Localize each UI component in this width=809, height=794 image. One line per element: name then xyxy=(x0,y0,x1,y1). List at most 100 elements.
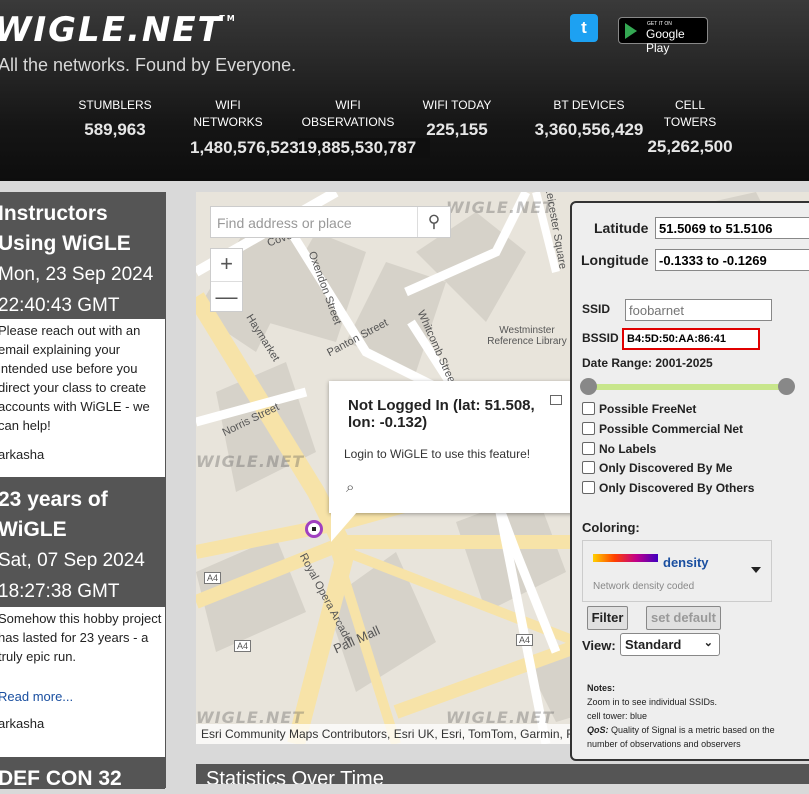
latitude-label: Latitude xyxy=(594,220,649,236)
set-default-button[interactable]: set default xyxy=(646,606,721,630)
coloring-description: Network density coded xyxy=(593,581,695,592)
check-discovered-by-me[interactable]: Only Discovered By Me xyxy=(582,461,732,475)
news-header: Instructors Using WiGLE Mon, 23 Sep 2024… xyxy=(0,193,165,319)
site-header: WIGLE.NET TM All the networks. Found by E… xyxy=(0,0,809,181)
stat-label: WIFI TODAY xyxy=(422,98,492,112)
news-sidebar: Instructors Using WiGLE Mon, 23 Sep 2024… xyxy=(0,192,166,790)
wigle-logo[interactable]: WIGLE.NET TM xyxy=(0,10,235,50)
stat-stumblers: STUMBLERS 589,963 xyxy=(70,97,160,140)
stat-value: 1,480,576,523 xyxy=(190,138,299,157)
news-author: arkasha xyxy=(0,447,45,462)
bssid-field[interactable] xyxy=(622,328,760,350)
checkbox[interactable] xyxy=(582,461,595,474)
stat-wifi-observations-value: 19,885,530,787 xyxy=(298,138,430,158)
view-select[interactable]: Standard ⌄ xyxy=(620,633,720,656)
stat-label: CELL TOWERS xyxy=(663,98,717,129)
slider-handle-start[interactable] xyxy=(580,378,597,395)
popup-title: Not Logged In (lat: 51.508, lon: -0.132) xyxy=(348,397,535,431)
stat-label: WIFI NETWORKS xyxy=(193,98,263,129)
longitude-label: Longitude xyxy=(581,252,649,268)
tagline: All the networks. Found by Everyone. xyxy=(0,55,297,75)
view-label: View: xyxy=(582,638,616,653)
zoom-out-button[interactable]: — xyxy=(211,281,242,313)
zoom-in-button[interactable]: + xyxy=(211,249,242,281)
longitude-field[interactable] xyxy=(655,249,809,271)
check-no-labels[interactable]: No Labels xyxy=(582,442,656,456)
stat-label: STUMBLERS xyxy=(78,98,152,112)
read-more-link[interactable]: Read more... xyxy=(0,689,165,704)
stat-bt-devices: BT DEVICES 3,360,556,429 xyxy=(527,97,651,140)
ssid-label: SSID xyxy=(582,302,611,316)
notes-line: Zoom in to see individual SSIDs. xyxy=(587,697,718,707)
news-body: Please reach out with an email explainin… xyxy=(0,323,150,433)
chevron-down-icon: ⌄ xyxy=(703,637,713,649)
notes-title: Notes: xyxy=(587,683,616,693)
statistics-section-header: Statistics Over Time xyxy=(196,764,809,784)
check-possible-commercial[interactable]: Possible Commercial Net xyxy=(582,422,743,436)
view-value: Standard xyxy=(625,637,682,652)
zoom-to-icon[interactable]: ⌕ xyxy=(346,479,354,496)
filter-button[interactable]: Filter xyxy=(587,606,628,630)
notes-line: cell tower: blue xyxy=(587,711,648,721)
check-discovered-by-others[interactable]: Only Discovered By Others xyxy=(582,481,754,495)
map-watermark: WIGLE.NET xyxy=(446,198,555,217)
stat-wifi-observations: WIFI OBSERVATIONS xyxy=(296,97,400,131)
checkbox[interactable] xyxy=(582,402,595,415)
search-input[interactable]: Find address or place xyxy=(217,215,352,231)
chevron-down-icon xyxy=(751,567,761,573)
news-header: 23 years of WiGLE Sat, 07 Sep 2024 18:27… xyxy=(0,479,165,607)
check-label: Only Discovered By Me xyxy=(599,461,733,475)
section-title: Statistics Over Time xyxy=(206,768,384,784)
date-range-slider[interactable] xyxy=(580,378,795,395)
street-label: Westminster Reference Library xyxy=(487,325,567,347)
news-title[interactable]: Instructors Using WiGLE xyxy=(0,199,165,259)
check-label: Only Discovered By Others xyxy=(599,481,755,495)
map-watermark: WIGLE.NET xyxy=(196,452,305,471)
stat-value: 589,963 xyxy=(84,120,146,139)
bssid-label: BSSID xyxy=(582,331,619,345)
notes: Notes: Zoom in to see individual SSIDs. … xyxy=(587,681,797,751)
date-range-label: Date Range: 2001-2025 xyxy=(582,356,713,370)
density-gradient xyxy=(593,554,658,562)
popup-message: Login to WiGLE to use this feature! xyxy=(344,447,531,461)
trademark: TM xyxy=(219,14,237,23)
location-marker[interactable] xyxy=(305,520,323,538)
stat-wifi-networks: WIFI NETWORKS xyxy=(188,97,268,131)
qos-text: Quality of Signal is a metric based on t… xyxy=(587,725,775,749)
stat-value: 225,155 xyxy=(426,120,488,139)
qos-label: QoS: xyxy=(587,725,609,735)
latitude-field[interactable] xyxy=(655,217,809,239)
map-search[interactable]: Find address or place ⚲ xyxy=(210,206,451,238)
check-label: Possible Commercial Net xyxy=(599,422,744,436)
coloring-label: Coloring: xyxy=(582,520,640,535)
slider-handle-end[interactable] xyxy=(778,378,795,395)
dock-icon[interactable] xyxy=(550,395,562,405)
check-possible-freenet[interactable]: Possible FreeNet xyxy=(582,402,696,416)
search-icon[interactable]: ⚲ xyxy=(417,207,450,237)
news-author: arkasha xyxy=(0,716,45,731)
road-shield: A4 xyxy=(516,634,534,646)
news-header: DEF CON 32 xyxy=(0,759,165,790)
stat-wifi-today: WIFI TODAY 225,155 xyxy=(412,97,502,140)
gplay-text: Google Play xyxy=(646,27,685,55)
notes-qos: QoS: Quality of Signal is a metric based… xyxy=(587,723,797,751)
map-popup: Not Logged In (lat: 51.508, lon: -0.132)… xyxy=(329,381,574,542)
stat-label: WIFI OBSERVATIONS xyxy=(301,98,395,129)
twitter-icon[interactable]: t xyxy=(570,14,598,42)
stat-cell-towers: CELL TOWERS 25,262,500 xyxy=(640,97,740,157)
news-title[interactable]: 23 years of WiGLE xyxy=(0,485,165,545)
checkbox[interactable] xyxy=(582,442,595,455)
check-label: Possible FreeNet xyxy=(599,402,697,416)
google-play-badge[interactable]: GET IT ON Google Play xyxy=(618,17,708,55)
stat-label: BT DEVICES xyxy=(553,98,625,112)
news-title[interactable]: DEF CON 32 xyxy=(0,764,165,794)
checkbox[interactable] xyxy=(582,481,595,494)
coloring-select[interactable]: density Network density coded xyxy=(582,540,772,602)
logo-text: WIGLE.NET xyxy=(0,10,223,50)
stat-value: 19,885,530,787 xyxy=(298,138,430,158)
ssid-field[interactable] xyxy=(625,299,772,321)
play-icon xyxy=(625,23,637,39)
stat-value: 25,262,500 xyxy=(647,137,733,156)
road-shield: A4 xyxy=(234,640,252,652)
checkbox[interactable] xyxy=(582,422,595,435)
